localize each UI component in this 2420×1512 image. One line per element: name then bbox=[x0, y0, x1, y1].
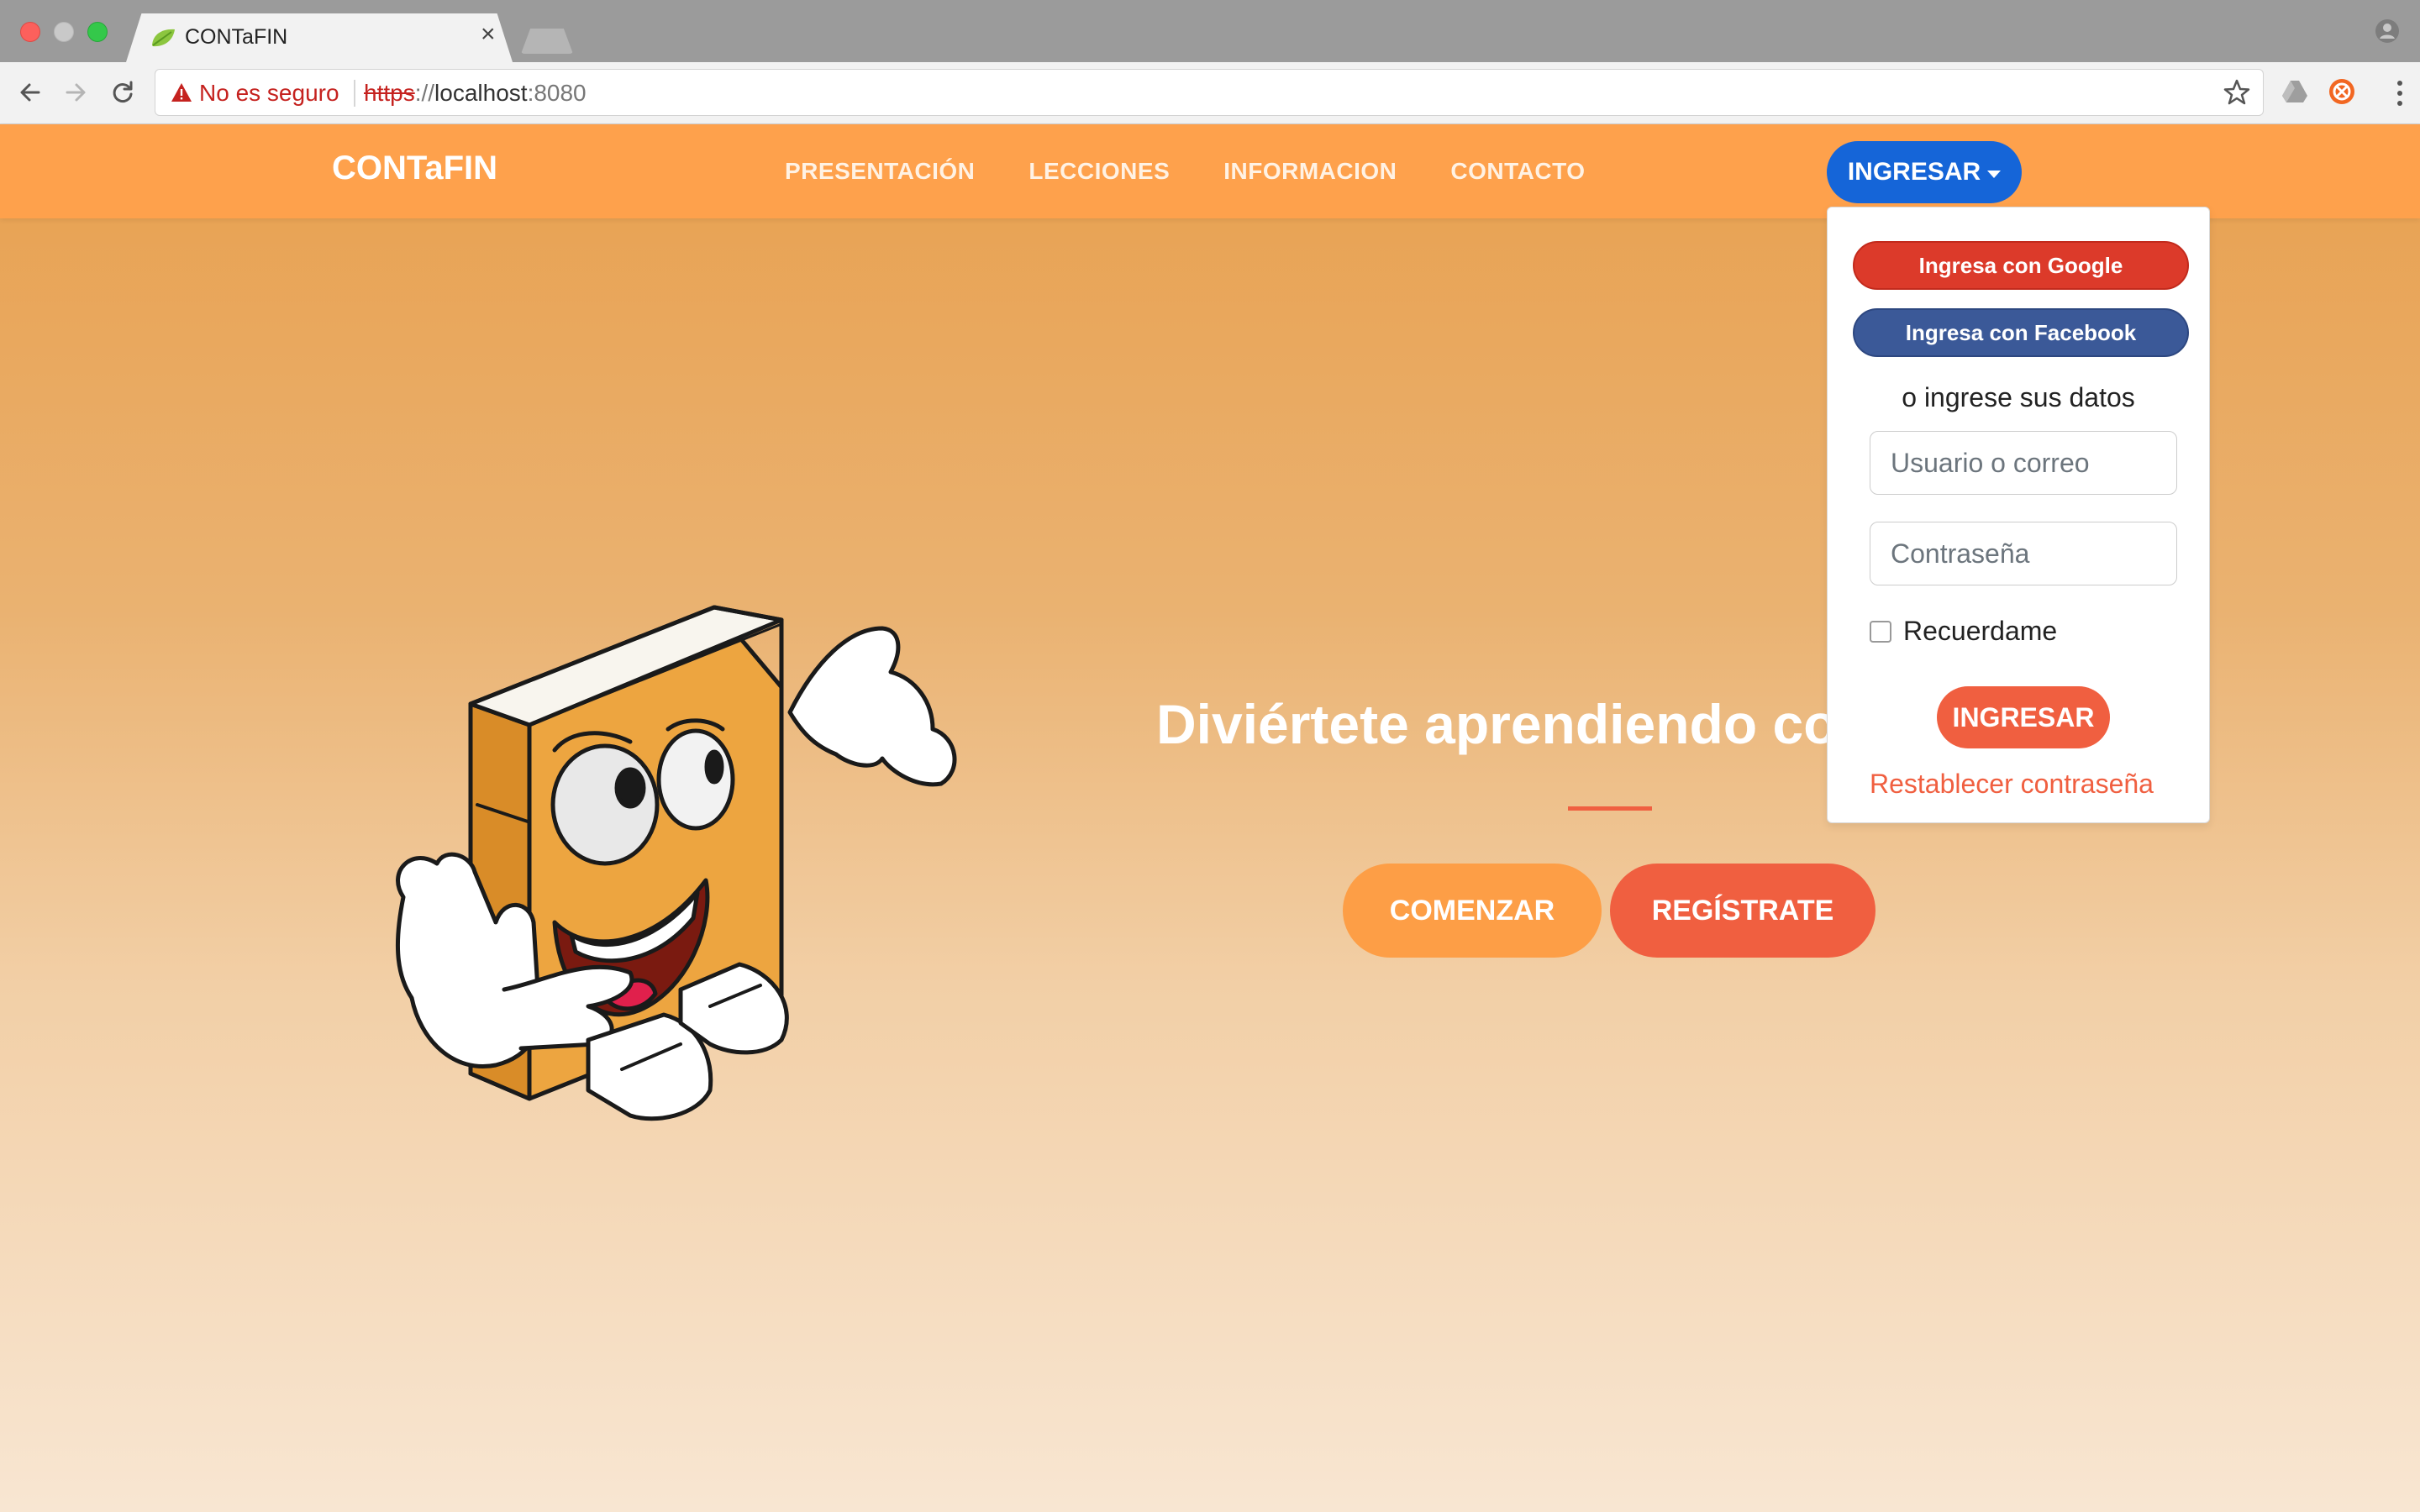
browser-tab[interactable] bbox=[126, 13, 513, 62]
book-mascot-illustration bbox=[395, 605, 957, 1121]
drive-extension-icon[interactable] bbox=[2281, 77, 2309, 106]
page-content: CONTaFIN PRESENTACIÓN LECCIONES INFORMAC… bbox=[0, 124, 2420, 1512]
or-enter-data-text: o ingrese sus datos bbox=[1902, 382, 2135, 412]
google-login-button[interactable]: Ingresa con Google bbox=[1853, 241, 2189, 290]
url-separator: :// bbox=[414, 80, 435, 106]
close-icon[interactable]: × bbox=[481, 22, 496, 47]
username-input[interactable] bbox=[1870, 431, 2177, 495]
url-scheme: https bbox=[364, 80, 415, 106]
profile-icon[interactable] bbox=[2375, 18, 2400, 44]
url-text[interactable]: https://localhost:8080 bbox=[364, 80, 587, 107]
remember-me-row: Recuerdame bbox=[1870, 616, 2057, 647]
window-zoom-button[interactable] bbox=[87, 22, 108, 42]
reset-password-link[interactable]: Restablecer contraseña bbox=[1870, 769, 2154, 800]
password-input[interactable] bbox=[1870, 522, 2177, 585]
caret-down-icon bbox=[1987, 170, 2002, 178]
browser-toolbar: No es seguro https://localhost:8080 bbox=[0, 62, 2420, 124]
window-close-button[interactable] bbox=[20, 22, 40, 42]
security-label[interactable]: No es seguro bbox=[199, 80, 339, 107]
hero-title: Diviértete aprendiendo con bbox=[1156, 693, 1871, 755]
login-toggle-label: INGRESAR bbox=[1847, 158, 1981, 186]
nav-link-contacto[interactable]: CONTACTO bbox=[1450, 158, 1585, 185]
nav-link-lecciones[interactable]: LECCIONES bbox=[1028, 158, 1170, 185]
remember-me-label[interactable]: Recuerdame bbox=[1903, 616, 2057, 647]
reload-icon[interactable] bbox=[108, 77, 138, 108]
remember-me-checkbox[interactable] bbox=[1870, 620, 1891, 643]
kebab-menu-icon[interactable] bbox=[2395, 79, 2405, 108]
back-arrow-icon[interactable] bbox=[15, 77, 45, 108]
window-minimize-button[interactable] bbox=[54, 22, 74, 42]
forward-arrow-icon[interactable] bbox=[60, 77, 91, 108]
site-brand[interactable]: CONTaFIN bbox=[332, 150, 497, 187]
address-bar[interactable]: No es seguro https://localhost:8080 bbox=[155, 69, 2264, 116]
login-dropdown-menu: Ingresa con Google Ingresa con Facebook … bbox=[1827, 207, 2210, 823]
hero-divider bbox=[1568, 806, 1652, 811]
tab-title: CONTaFIN bbox=[185, 25, 288, 49]
login-dropdown-toggle[interactable]: INGRESAR bbox=[1827, 141, 2022, 203]
leaf-icon bbox=[152, 29, 175, 47]
nav-link-informacion[interactable]: INFORMACION bbox=[1223, 158, 1397, 185]
site-navbar: CONTaFIN PRESENTACIÓN LECCIONES INFORMAC… bbox=[0, 124, 2420, 218]
omnibox-divider bbox=[354, 80, 355, 107]
new-tab-button[interactable] bbox=[521, 29, 573, 54]
browser-titlebar: CONTaFIN × bbox=[0, 0, 2420, 62]
star-icon[interactable] bbox=[2223, 78, 2251, 107]
register-button[interactable]: REGÍSTRATE bbox=[1610, 864, 1876, 958]
nav-links: PRESENTACIÓN LECCIONES INFORMACION CONTA… bbox=[785, 158, 1585, 185]
extension-icon[interactable] bbox=[2328, 77, 2356, 106]
nav-link-presentacion[interactable]: PRESENTACIÓN bbox=[785, 158, 975, 185]
warning-icon bbox=[171, 83, 192, 102]
facebook-login-button[interactable]: Ingresa con Facebook bbox=[1853, 308, 2189, 357]
start-button[interactable]: COMENZAR bbox=[1343, 864, 1602, 958]
url-port: :8080 bbox=[527, 80, 587, 106]
url-host: localhost bbox=[434, 80, 528, 106]
login-submit-button[interactable]: INGRESAR bbox=[1937, 686, 2110, 748]
